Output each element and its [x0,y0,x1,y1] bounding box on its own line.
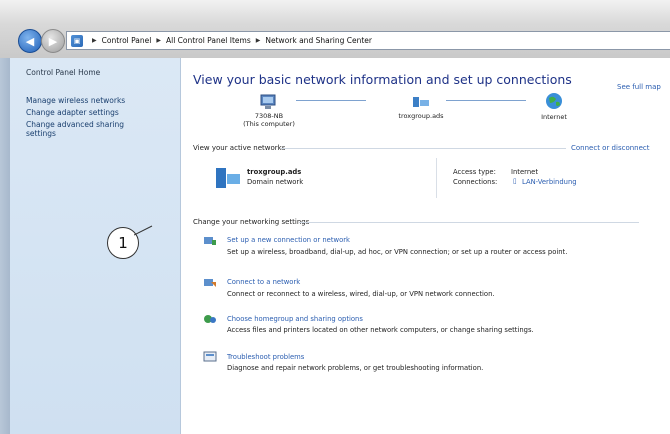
page-title: View your basic network information and … [193,72,572,87]
homegroup-sharing-desc: Access files and printers located on oth… [227,326,534,334]
active-networks-title: View your active networks [193,144,286,152]
map-node-computer: 7308-NB (This computer) [239,94,299,128]
active-network-type[interactable]: Domain network [247,178,303,186]
back-arrow-icon: ◀ [25,34,35,48]
breadcrumb-separator-icon[interactable]: ▶ [156,37,161,44]
divider [299,222,639,223]
forward-arrow-icon: ▶ [48,34,58,48]
troubleshoot-desc: Diagnose and repair network problems, or… [227,364,484,372]
troubleshoot-icon [203,351,217,362]
breadcrumb-all-items[interactable]: All Control Panel Items [166,36,251,45]
left-task-pane: Control Panel Home Manage wireless netwo… [10,58,181,434]
access-type-label: Access type: [453,168,496,176]
see-full-map-link[interactable]: See full map [617,83,661,91]
callout-number: 1 [118,234,128,252]
main-content: View your basic network information and … [181,58,670,434]
map-link-line [446,100,526,101]
map-link-line [296,100,366,101]
internet-label: Internet [541,113,567,121]
map-node-internet: Internet [529,91,579,121]
divider [281,148,566,149]
homegroup-sharing-link[interactable]: Choose homegroup and sharing options [227,315,363,323]
network-name: troxgroup.ads [398,112,444,120]
homegroup-icon [204,315,216,323]
new-connection-icon [204,237,216,245]
change-settings-title: Change your networking settings [193,218,310,226]
breadcrumb-separator-icon[interactable]: ▶ [92,37,97,44]
connect-network-icon [204,279,216,287]
computer-sublabel: (This computer) [243,120,295,128]
domain-network-icon [216,168,240,188]
divider [436,158,437,198]
breadcrumb-network-sharing-center[interactable]: Network and Sharing Center [265,36,372,45]
setup-connection-link[interactable]: Set up a new connection or network [227,236,350,244]
troubleshoot-link[interactable]: Troubleshoot problems [227,353,304,361]
callout-pointer-line [134,225,153,236]
globe-icon [546,93,562,109]
breadcrumb-control-panel[interactable]: Control Panel [102,36,152,45]
back-button[interactable]: ◀ [18,29,42,53]
connect-network-link[interactable]: Connect to a network [227,278,300,286]
sidebar-item-manage-wireless[interactable]: Manage wireless networks [26,96,176,105]
sidebar-item-advanced-sharing[interactable]: Change advanced sharing settings [26,120,146,138]
network-icon [413,97,429,107]
breadcrumb-separator-icon[interactable]: ▶ [256,37,261,44]
address-bar[interactable]: ▣ ▶ Control Panel ▶ All Control Panel It… [66,31,670,50]
control-panel-icon: ▣ [71,34,83,47]
connect-disconnect-link[interactable]: Connect or disconnect [571,144,650,152]
network-adapter-icon: ▯ [513,177,517,185]
setup-connection-desc: Set up a wireless, broadband, dial-up, a… [227,248,568,256]
computer-icon [260,94,276,109]
computer-name: 7308-NB [254,112,284,120]
map-node-network: troxgroup.ads [381,94,461,120]
connect-network-desc: Connect or reconnect to a wireless, wire… [227,290,495,298]
sidebar-item-adapter-settings[interactable]: Change adapter settings [26,108,176,117]
connection-link[interactable]: LAN-Verbindung [522,178,577,186]
sidebar-item-control-panel-home[interactable]: Control Panel Home [26,68,100,77]
connections-label: Connections: [453,178,498,186]
forward-button[interactable]: ▶ [41,29,65,53]
window-frame-left [0,58,10,434]
access-type-value: Internet [511,168,538,176]
active-network-name: troxgroup.ads [247,168,302,176]
